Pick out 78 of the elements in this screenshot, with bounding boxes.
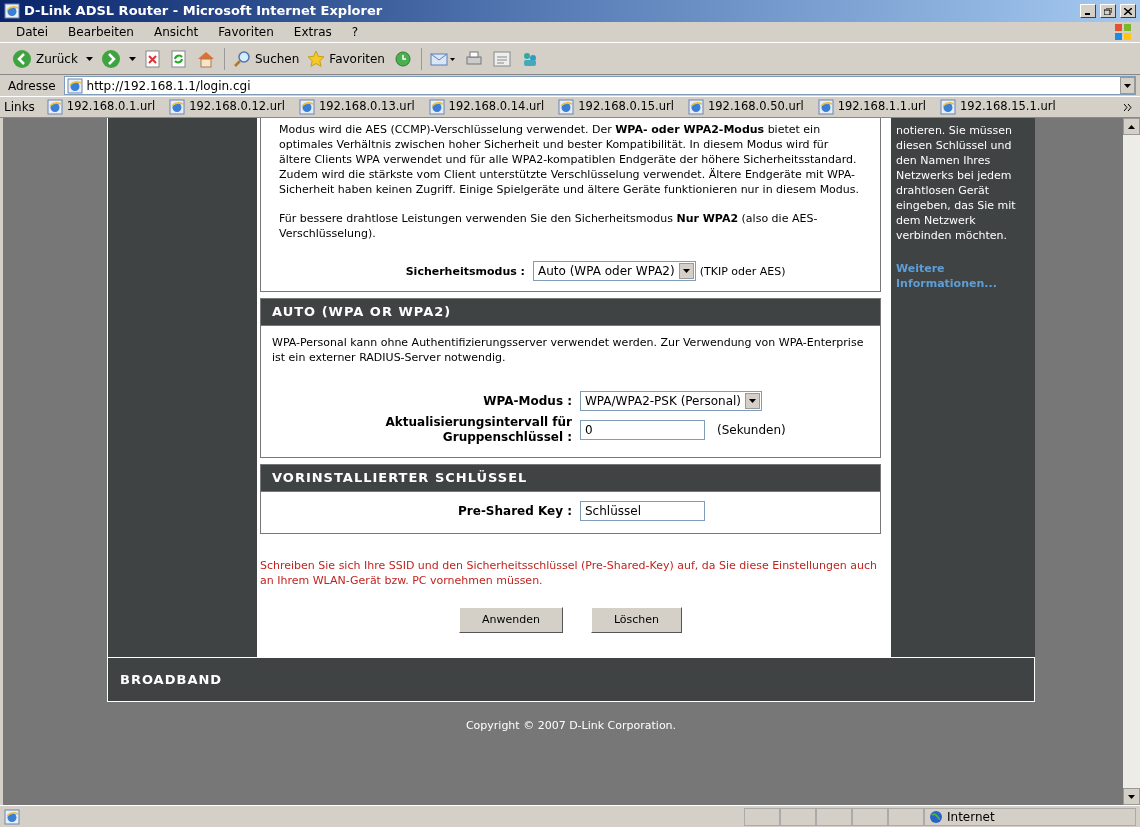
forward-icon[interactable] (100, 48, 121, 69)
link-item[interactable]: 192.168.0.14.url (428, 98, 551, 116)
dropdown[interactable]: Auto (WPA oder WPA2) (533, 261, 696, 281)
restore-button[interactable] (1100, 4, 1116, 18)
menu-item[interactable]: ? (351, 23, 359, 41)
search-icon (232, 49, 251, 68)
help-text: notieren. Sie müssen diesen Schlüssel und den Namen Ihres Netzwerks bei jedem drahtlosen Gerät eingeben, das Sie mit dem Netzwerk verbinden möchten. (896, 123, 1017, 243)
favorites-button[interactable]: Favoriten (307, 49, 385, 68)
form-button[interactable]: Löschen (590, 607, 683, 633)
link-item[interactable]: 192.168.0.1.url (46, 98, 162, 116)
close-button[interactable] (1120, 4, 1136, 18)
dropdown[interactable]: WPA/WPA2-PSK (Personal) (580, 391, 762, 411)
unit-note: (Sekunden) (717, 422, 786, 439)
page-icon (169, 99, 186, 115)
link-item[interactable]: 192.168.0.13.url (298, 98, 421, 116)
history-icon[interactable] (392, 49, 413, 68)
page-icon (687, 99, 704, 115)
zone-label: Internet (947, 808, 995, 826)
unit-note: (TKIP oder AES) (699, 263, 786, 279)
menu-item[interactable]: Bearbeiten (68, 23, 134, 41)
windows-logo-icon (1114, 23, 1132, 41)
field-label: Sicherheitsmodus : (404, 263, 525, 279)
text-field[interactable]: 0 (580, 420, 705, 440)
section-text: WPA-Personal kann ohne Authentifizierungsserver verwendet werden. Zur Verwendung von WPA-Enterprise ist ein externer RADIUS-Server notwendig. (272, 335, 865, 365)
field-label: Aktualisierungsintervall für Gruppenschlüssel : (384, 415, 572, 445)
minimize-button[interactable] (1080, 4, 1096, 18)
caret-icon[interactable] (128, 56, 136, 61)
scroll-down-icon[interactable] (1123, 788, 1140, 805)
menu-item[interactable]: Datei (16, 23, 48, 41)
section-header: AUTO (WPA OR WPA2) (261, 299, 880, 326)
page-icon (558, 99, 575, 115)
page-icon (46, 99, 63, 115)
menu-item[interactable]: Favoriten (218, 23, 274, 41)
form-button[interactable]: Anwenden (458, 607, 563, 633)
window-title: D-Link ADSL Router - Microsoft Internet Explorer (24, 2, 384, 21)
menu-item[interactable]: Ansicht (153, 23, 199, 41)
link-item[interactable]: 192.168.15.1.url (940, 98, 1062, 116)
page-icon (940, 99, 956, 115)
section-header: VORINSTALLIERTER SCHLÜSSEL (261, 465, 880, 492)
text-field[interactable]: Schlüssel (580, 501, 705, 521)
status-pane (780, 807, 816, 826)
address-label: Adresse (7, 77, 57, 95)
stop-icon[interactable] (143, 49, 162, 68)
link-item[interactable]: 192.168.0.12.url (169, 98, 291, 116)
status-pane (816, 807, 852, 826)
link-item[interactable]: 192.168.1.1.url (817, 98, 932, 116)
field-label: WPA-Modus : (482, 393, 572, 409)
warning-text: Schreiben Sie sich Ihre SSID und den Sicherheitsschlüssel (Pre-Shared-Key) auf, da Sie diese Einstellungen auch an Ihrem WLAN-Gerät bzw. PC vornehmen müssen. (260, 558, 878, 588)
page-icon (66, 77, 83, 94)
page-icon (298, 99, 315, 115)
scrollbar[interactable] (1123, 118, 1140, 805)
scroll-up-icon[interactable] (1123, 118, 1140, 135)
browser-icon (4, 3, 20, 19)
page-icon (4, 808, 20, 825)
link-item[interactable]: 192.168.0.15.url (558, 98, 680, 116)
field-label: Pre-Shared Key : (457, 503, 572, 519)
caret-icon[interactable] (85, 56, 93, 61)
globe-icon (929, 809, 943, 824)
link-item[interactable]: 192.168.0.50.url (687, 98, 810, 116)
page-icon (428, 99, 445, 115)
restore-icon (1104, 7, 1112, 15)
paragraph: Modus wird die AES (CCMP)-Verschlüsselung verwendet. Der WPA- oder WPA2-Modus bietet ein optimales Verhältnis zwischen hoher Sicherheit und bester Kompatibilität. In diesem Modus wird für ältere Clients WPA verwendet und für alle WPA2-kompatiblen Endgeräte der höhere Sicherheitsstandard. Zudem wird die stärkste vom Client unterstützte Verschlüsselung verwendet. Ältere Endgeräte mit WPA-Sicherheit haben keinen Zugriff. Einige Spielgeräte und ältere Geräte funktionieren nur in diesem Modus. (279, 122, 861, 197)
chevron-icon[interactable] (1124, 103, 1132, 111)
copyright-text: Copyright © 2007 D-Link Corporation. (464, 718, 678, 734)
status-pane (744, 807, 780, 826)
refresh-icon[interactable] (169, 49, 188, 68)
brand-text: BROADBAND (120, 670, 223, 689)
printer-icon[interactable] (463, 49, 484, 68)
status-pane (852, 807, 888, 826)
search-button[interactable]: Suchen (232, 49, 300, 68)
paragraph: Für bessere drahtlose Leistungen verwenden Sie den Sicherheitsmodus Nur WPA2 (also die AES-Verschlüsselung). (279, 211, 819, 241)
close-icon (1124, 7, 1132, 15)
page-icon (817, 99, 834, 115)
address-field[interactable]: http://192.168.1.1/login.cgi (63, 76, 1136, 95)
links-label: Links (4, 99, 36, 116)
star-icon (307, 49, 326, 68)
menu-item[interactable]: Extras (293, 23, 332, 41)
back-button[interactable]: Zurück (12, 48, 78, 69)
